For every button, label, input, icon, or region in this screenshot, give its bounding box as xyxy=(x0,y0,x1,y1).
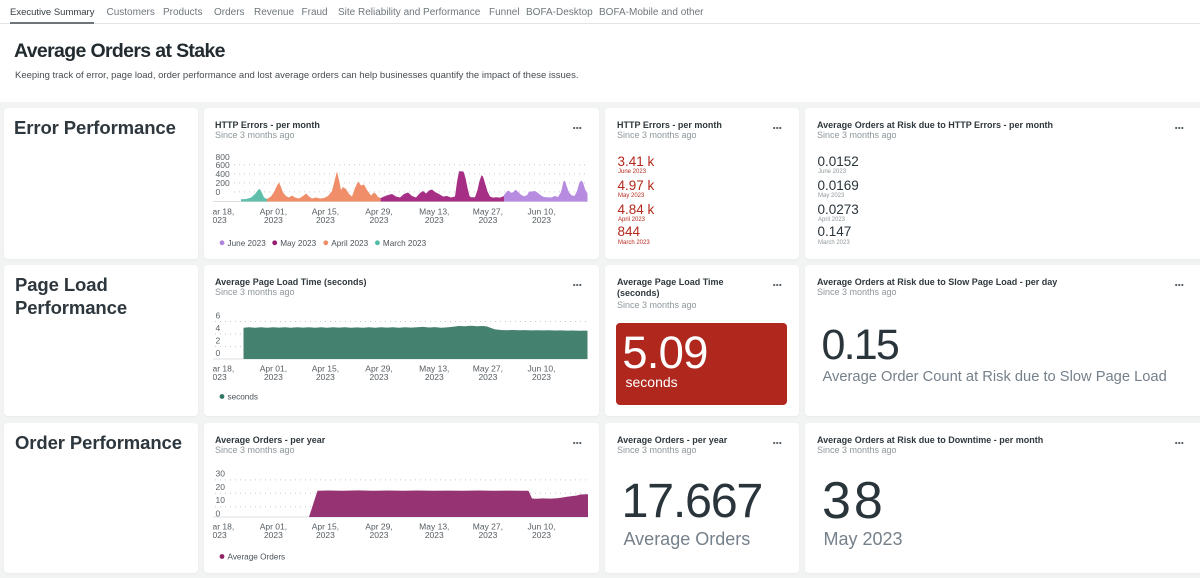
svg-text:30: 30 xyxy=(216,468,226,478)
svg-text:Average Orders: Average Orders xyxy=(228,552,286,561)
svg-text:April 2023: April 2023 xyxy=(331,238,368,247)
svg-text:June 2023: June 2023 xyxy=(228,238,267,247)
svg-text:20: 20 xyxy=(216,481,226,491)
svg-text:seconds: seconds xyxy=(228,392,259,401)
svg-text:2023: 2023 xyxy=(370,215,389,225)
svg-text:2023: 2023 xyxy=(316,530,335,540)
svg-text:2023: 2023 xyxy=(370,372,389,382)
svg-text:2023: 2023 xyxy=(532,530,551,540)
svg-text:4: 4 xyxy=(216,323,221,333)
svg-text:2023: 2023 xyxy=(264,372,283,382)
svg-text:May 2023: May 2023 xyxy=(280,238,316,247)
svg-text:2023: 2023 xyxy=(425,530,444,540)
svg-text:10: 10 xyxy=(216,495,226,505)
svg-text:0: 0 xyxy=(216,347,221,357)
svg-text:0: 0 xyxy=(216,187,221,197)
svg-text:March 2023: March 2023 xyxy=(383,238,427,247)
svg-text:2023: 2023 xyxy=(370,530,389,540)
svg-text:2023: 2023 xyxy=(532,215,551,225)
svg-text:023: 023 xyxy=(213,530,227,540)
svg-text:2023: 2023 xyxy=(264,215,283,225)
svg-text:2023: 2023 xyxy=(478,530,497,540)
svg-text:2: 2 xyxy=(216,335,221,345)
svg-text:2023: 2023 xyxy=(316,215,335,225)
svg-text:2023: 2023 xyxy=(478,215,497,225)
svg-text:2023: 2023 xyxy=(425,215,444,225)
svg-text:2023: 2023 xyxy=(316,372,335,382)
svg-text:0: 0 xyxy=(216,508,221,518)
svg-text:6: 6 xyxy=(216,310,221,320)
svg-text:2023: 2023 xyxy=(478,372,497,382)
svg-text:2023: 2023 xyxy=(532,372,551,382)
svg-text:023: 023 xyxy=(213,215,227,225)
svg-text:2023: 2023 xyxy=(264,530,283,540)
svg-text:2023: 2023 xyxy=(425,372,444,382)
svg-text:023: 023 xyxy=(213,372,227,382)
